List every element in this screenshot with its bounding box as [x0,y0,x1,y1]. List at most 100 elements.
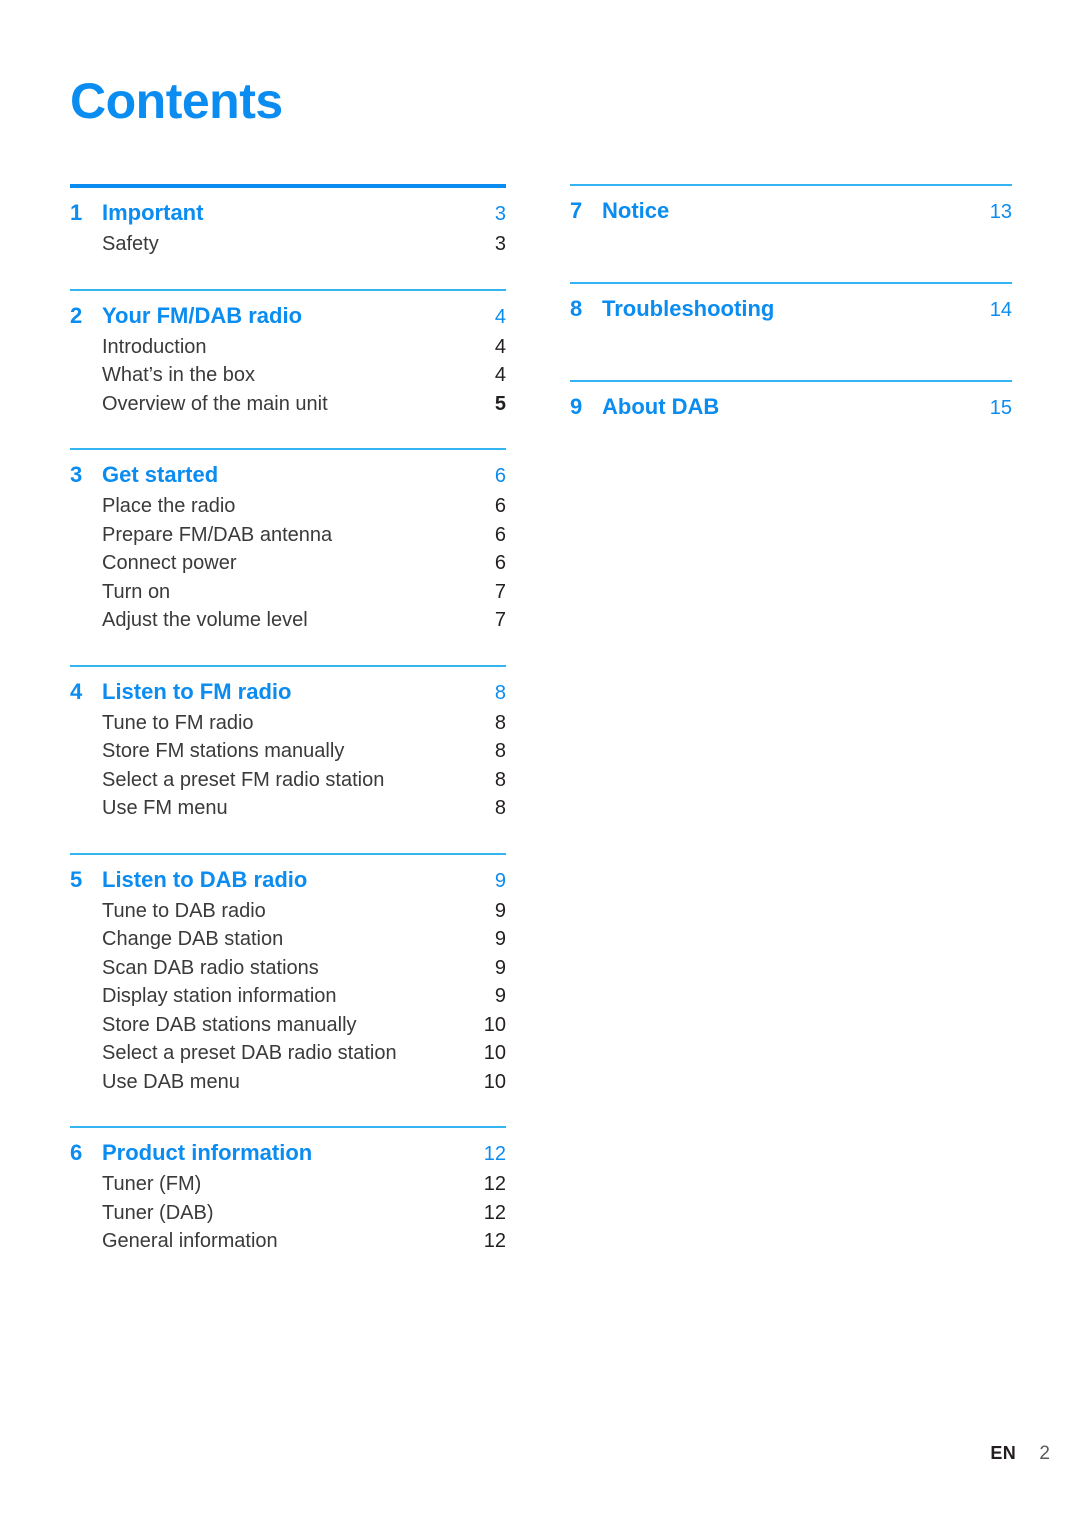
entry-page-number: 12 [483,1230,506,1252]
entry-label: Select a preset FM radio station [102,768,385,791]
entry-page-number: 6 [494,523,506,546]
toc-entry[interactable]: What’s in the box 4 [70,361,506,390]
entry-page-number: 9 [494,956,506,979]
entry-indent [70,982,102,1011]
section-title: Get started [102,462,219,487]
entry-page-number: 9 [494,985,506,1007]
toc-entry[interactable]: Use DAB menu 10 [70,1068,506,1097]
entry-indent [70,578,102,607]
entry-indent [70,1039,102,1068]
section-divider [70,1126,506,1128]
entry-label: Tune to FM radio [102,711,254,734]
entry-label: Store FM stations manually [102,740,345,762]
section-number: 5 [70,866,83,892]
toc-entry[interactable]: Change DAB station 9 [70,925,506,954]
toc-column-right: 7 Notice 13 8 Troubleshooting 14 9 About DAB 15 [570,184,1012,424]
toc-entry[interactable]: Safety 3 [70,230,506,259]
entry-page-number: 12 [483,1173,506,1195]
toc-entry[interactable]: Turn on 7 [70,578,506,607]
toc-section: 9 About DAB 15 [570,380,1012,424]
section-number: 4 [70,678,83,704]
entry-indent [70,333,102,362]
section-page-number: 9 [494,869,506,892]
toc-column-left: 1 Important 3 Safety 3 2 Your FM/DAB radio 4 I… [70,184,506,1256]
toc-section: 3 Get started 6 Place the radio 6 Prepare F… [70,448,506,635]
toc-section-heading[interactable]: 1 Important 3 [70,197,506,230]
toc-entry[interactable]: Select a preset FM radio station 8 [70,766,506,795]
entry-page-number: 12 [483,1201,506,1224]
section-number: 7 [570,198,583,223]
entry-page-number: 9 [494,928,506,950]
toc-entry[interactable]: Tune to DAB radio 9 [70,897,506,926]
toc-entry[interactable]: Store DAB stations manually 10 [70,1011,506,1040]
toc-section-heading[interactable]: 9 About DAB 15 [570,391,1012,424]
entry-page-number: 4 [494,364,506,386]
entry-label: Safety [102,233,159,255]
entry-label: Use DAB menu [102,1070,240,1093]
section-divider [570,380,1012,382]
entry-indent [70,549,102,578]
toc-section-heading[interactable]: 3 Get started 6 [70,459,506,492]
entry-indent [70,606,102,635]
entry-indent [70,1068,102,1097]
toc-entry[interactable]: Tune to FM radio 8 [70,709,506,738]
toc-entry[interactable]: Overview of the main unit 5 [70,390,506,419]
section-number: 9 [570,394,583,419]
section-divider [70,184,506,188]
section-title: Notice [602,198,670,223]
toc-entry[interactable]: Tuner (DAB) 12 [70,1199,506,1228]
entry-page-number: 3 [494,233,506,255]
toc-entry[interactable]: Tuner (FM) 12 [70,1170,506,1199]
section-number: 3 [70,462,83,487]
section-number: 1 [70,200,83,225]
entry-indent [70,737,102,766]
section-title: Listen to FM radio [102,678,292,704]
toc-entry[interactable]: Use FM menu 8 [70,794,506,823]
entry-label: Scan DAB radio stations [102,956,319,979]
section-title: Listen to DAB radio [102,866,308,892]
toc-entry[interactable]: Select a preset DAB radio station 10 [70,1039,506,1068]
entry-label: Turn on [102,580,171,603]
entry-page-number: 7 [494,580,506,603]
toc-entry[interactable]: Place the radio 6 [70,492,506,521]
entry-label: Use FM menu [102,797,228,819]
entry-indent [70,794,102,823]
entry-indent [70,925,102,954]
entry-label: General information [102,1230,278,1252]
page-title: Contents [70,73,283,129]
toc-entry[interactable]: Introduction 4 [70,333,506,362]
section-page-number: 12 [483,1143,506,1165]
entry-label: Adjust the volume level [102,609,308,631]
section-page-number: 15 [989,397,1012,419]
entry-indent [70,709,102,738]
entry-indent [70,521,102,550]
toc-entry[interactable]: General information 12 [70,1227,506,1256]
toc-section: 4 Listen to FM radio 8 Tune to FM radio 8 S… [70,664,506,823]
entry-label: Display station information [102,985,337,1007]
toc-section-heading[interactable]: 2 Your FM/DAB radio 4 [70,300,506,333]
toc-section-heading[interactable]: 8 Troubleshooting 14 [570,293,1012,326]
entry-page-number: 7 [494,609,506,631]
toc-section-heading[interactable]: 6 Product information 12 [70,1137,506,1170]
toc-entry[interactable]: Prepare FM/DAB antenna 6 [70,521,506,550]
entry-label: Select a preset DAB radio station [102,1042,397,1064]
toc-entry[interactable]: Adjust the volume level 7 [70,606,506,635]
entry-label: Tuner (DAB) [102,1201,214,1224]
toc-entry[interactable]: Display station information 9 [70,982,506,1011]
entry-page-number: 5 [494,392,506,415]
section-page-number: 13 [989,201,1012,223]
toc-section-heading[interactable]: 4 Listen to FM radio 8 [70,676,506,709]
entry-label: Overview of the main unit [102,392,328,415]
toc-entry[interactable]: Connect power 6 [70,549,506,578]
section-page-number: 14 [989,299,1012,321]
toc-entry[interactable]: Scan DAB radio stations 9 [70,954,506,983]
entry-indent [70,1011,102,1040]
section-page-number: 3 [494,203,506,225]
toc-section-heading[interactable]: 7 Notice 13 [570,195,1012,228]
toc-section: 6 Product information 12 Tuner (FM) 12 Tune… [70,1126,506,1256]
toc-entry[interactable]: Store FM stations manually 8 [70,737,506,766]
entry-page-number: 8 [494,740,506,762]
toc-section-heading[interactable]: 5 Listen to DAB radio 9 [70,864,506,897]
